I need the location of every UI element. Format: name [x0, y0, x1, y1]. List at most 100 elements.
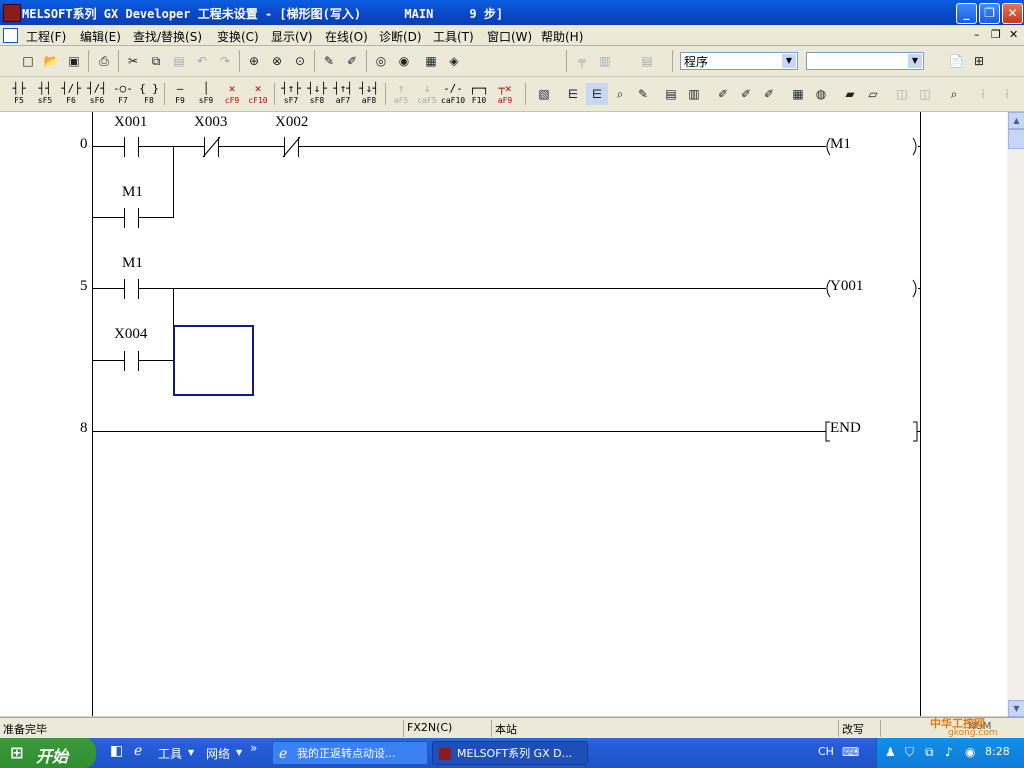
scroll-down-icon[interactable]: ▼: [1008, 700, 1024, 717]
mdi-minimize-button[interactable]: –: [974, 28, 980, 41]
menu-edit[interactable]: 编辑(E): [80, 28, 121, 45]
program-select[interactable]: 程序 ▼: [680, 52, 798, 70]
chevron-down-icon[interactable]: ▼: [908, 54, 922, 68]
ie-icon[interactable]: ℯ: [134, 743, 142, 759]
print-icon[interactable]: ⎙: [93, 50, 115, 72]
new-icon[interactable]: □: [17, 50, 39, 72]
menu-window[interactable]: 窗口(W): [487, 28, 532, 45]
cut-icon[interactable]: ✂: [122, 50, 144, 72]
menu-convert[interactable]: 变换(C): [217, 28, 259, 45]
menu-view[interactable]: 显示(V): [271, 28, 313, 45]
write-to-plc-icon[interactable]: ✎: [318, 50, 340, 72]
parallel-falling-pulse-button[interactable]: ┤↓┤ aF8: [357, 81, 381, 107]
closed-parallel-contact-button[interactable]: ┤/┤ sF6: [85, 81, 109, 107]
copy-icon[interactable]: ⧉: [145, 50, 167, 72]
step-run-icon[interactable]: ▰: [839, 83, 861, 105]
operation-falling-button[interactable]: ↓ caF5: [415, 81, 439, 107]
line-delete-button[interactable]: ┬✕ aF9: [493, 81, 517, 107]
diagnostics-icon[interactable]: ◈: [443, 50, 465, 72]
ladder-editor[interactable]: 0 X001 X003 X002 M1 M1 5 M1 X004 Y001 8 …: [0, 112, 1007, 716]
falling-pulse-button[interactable]: ┤↓├ sF8: [305, 81, 329, 107]
vertical-line-button[interactable]: │ sF9: [194, 81, 218, 107]
contact-label-x003[interactable]: X003: [194, 114, 227, 131]
vertical-scrollbar[interactable]: ▲ ▼: [1007, 112, 1024, 717]
open-contact-button[interactable]: ┤├ F5: [7, 81, 31, 107]
note-icon[interactable]: ▥: [683, 83, 705, 105]
search-icon[interactable]: ⌕: [943, 83, 965, 105]
delete-vertical-line-button[interactable]: ✕ cF10: [246, 81, 270, 107]
chevron-down-icon[interactable]: ▼: [188, 748, 194, 757]
statement-edit-icon[interactable]: ✐: [758, 83, 780, 105]
task-button-browser[interactable]: ℯ 我的正返转点动设...: [272, 741, 428, 765]
language-indicator[interactable]: CH: [818, 745, 834, 758]
contact-coil-search-icon[interactable]: ⊙: [289, 50, 311, 72]
contact-label-m1-self-hold[interactable]: M1: [122, 184, 143, 201]
contact-label-x002[interactable]: X002: [275, 114, 308, 131]
menu-help[interactable]: 帮助(H): [541, 28, 583, 45]
toolbar-tools[interactable]: 工具: [158, 745, 182, 762]
device-batch-icon[interactable]: ▦: [420, 50, 442, 72]
jump-icon[interactable]: ⁞: [996, 83, 1018, 105]
ladder-read-icon[interactable]: ⋿: [562, 83, 584, 105]
minimize-button[interactable]: _: [956, 3, 977, 24]
application-instruction-button[interactable]: { } F8: [137, 81, 161, 107]
menu-tools[interactable]: 工具(T): [433, 28, 474, 45]
qq-icon[interactable]: ♟: [885, 745, 896, 759]
network-icon[interactable]: ⧉: [925, 745, 934, 760]
menu-diagnostics[interactable]: 诊断(D): [379, 28, 422, 45]
block-select[interactable]: ▼: [806, 52, 924, 70]
read-from-plc-icon[interactable]: ✐: [341, 50, 363, 72]
mdi-restore-button[interactable]: ❐: [991, 28, 1001, 41]
ladder-write-icon[interactable]: ⋿: [586, 83, 608, 105]
device-test-icon[interactable]: ◍: [810, 83, 832, 105]
coil-button[interactable]: -○- F7: [111, 81, 135, 107]
menu-find-replace[interactable]: 查找/替换(S): [133, 28, 202, 45]
start-button[interactable]: ⊞ 开始: [0, 738, 96, 768]
invert-button[interactable]: -/- caF10: [441, 81, 465, 107]
comment-icon[interactable]: ▤: [636, 50, 658, 72]
edit-cursor[interactable]: [173, 325, 254, 396]
parameter-icon[interactable]: 📄: [945, 50, 967, 72]
chevron-down-icon[interactable]: ▼: [782, 54, 796, 68]
ladder-diagram[interactable]: [0, 112, 1007, 716]
delete-horizontal-line-button[interactable]: ✕ cF9: [220, 81, 244, 107]
more-toolbars[interactable]: »: [250, 741, 257, 755]
operation-rising-button[interactable]: ↑ aF5: [389, 81, 413, 107]
line-draw-button[interactable]: ┌─┐ F10: [467, 81, 491, 107]
program-list-icon[interactable]: ▧: [533, 83, 555, 105]
comment-edit-icon[interactable]: ✐: [712, 83, 734, 105]
open-parallel-contact-button[interactable]: ┤┤ sF5: [33, 81, 57, 107]
edit-pen-icon[interactable]: ✎: [632, 83, 654, 105]
chevron-down-icon[interactable]: ▼: [236, 748, 242, 757]
zoom-icon[interactable]: ⌕: [609, 83, 631, 105]
ladder-icon[interactable]: ╤: [571, 50, 593, 72]
desktop-icon[interactable]: ◧: [110, 743, 123, 759]
undo-icon[interactable]: ↶: [191, 50, 213, 72]
redo-icon[interactable]: ↷: [214, 50, 236, 72]
contact-label-x001[interactable]: X001: [114, 114, 147, 131]
parallel-rising-pulse-button[interactable]: ┤↑┤ aF7: [331, 81, 355, 107]
close-button[interactable]: ✕: [1002, 3, 1023, 24]
save-icon[interactable]: ▣: [63, 50, 85, 72]
device-memory-icon[interactable]: ▦: [787, 83, 809, 105]
skip-run-icon[interactable]: ▱: [862, 83, 884, 105]
alias-edit-icon[interactable]: ✐: [735, 83, 757, 105]
instruction-search-icon[interactable]: ⊗: [266, 50, 288, 72]
contact-label-m1[interactable]: M1: [122, 255, 143, 272]
contact-label-x004[interactable]: X004: [114, 326, 147, 343]
coil-label-m1[interactable]: M1: [830, 136, 851, 153]
scroll-thumb[interactable]: [1008, 129, 1024, 149]
paste-icon[interactable]: ▤: [168, 50, 190, 72]
tree-icon[interactable]: ⊞: [968, 50, 990, 72]
bookmark-icon[interactable]: ⁞: [972, 83, 994, 105]
monitor-write-icon[interactable]: ◉: [393, 50, 415, 72]
list-icon[interactable]: ▥: [594, 50, 616, 72]
statement-icon[interactable]: ▤: [660, 83, 682, 105]
menu-online[interactable]: 在线(O): [325, 28, 368, 45]
toolbar-network[interactable]: 网络: [206, 745, 230, 762]
task-button-gx-developer[interactable]: MELSOFT系列 GX D...: [432, 741, 588, 765]
shield-icon[interactable]: ⛉: [905, 745, 914, 760]
document-icon[interactable]: [3, 28, 18, 43]
restore-button[interactable]: ❐: [979, 3, 1000, 24]
open-icon[interactable]: 📂: [40, 50, 62, 72]
